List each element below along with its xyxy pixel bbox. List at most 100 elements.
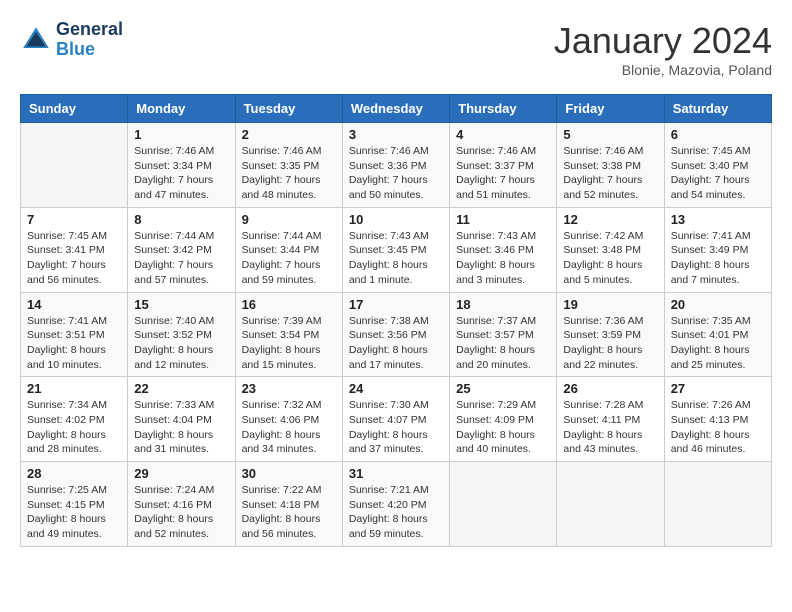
- calendar-cell: 10Sunrise: 7:43 AM Sunset: 3:45 PM Dayli…: [342, 207, 449, 292]
- calendar-cell: [21, 123, 128, 208]
- logo-line2: Blue: [56, 40, 123, 60]
- day-number: 30: [242, 466, 336, 481]
- day-number: 13: [671, 212, 765, 227]
- calendar-cell: 9 Sunrise: 7:44 AM Sunset: 3:44 PM Daylig…: [235, 207, 342, 292]
- calendar-cell: [664, 462, 771, 547]
- day-number: 5: [563, 127, 657, 142]
- calendar-cell: [450, 462, 557, 547]
- day-number: 14: [27, 297, 121, 312]
- day-info: Sunrise: 7:35 AM Sunset: 4:01 PM Dayligh…: [671, 314, 765, 373]
- calendar-cell: 23Sunrise: 7:32 AM Sunset: 4:06 PM Dayli…: [235, 377, 342, 462]
- header-tuesday: Tuesday: [235, 95, 342, 123]
- day-number: 12: [563, 212, 657, 227]
- day-number: 8: [134, 212, 228, 227]
- calendar-cell: 16Sunrise: 7:39 AM Sunset: 3:54 PM Dayli…: [235, 292, 342, 377]
- day-number: 25: [456, 381, 550, 396]
- header-friday: Friday: [557, 95, 664, 123]
- day-info: Sunrise: 7:22 AM Sunset: 4:18 PM Dayligh…: [242, 483, 336, 542]
- calendar-cell: 21Sunrise: 7:34 AM Sunset: 4:02 PM Dayli…: [21, 377, 128, 462]
- calendar-cell: 28Sunrise: 7:25 AM Sunset: 4:15 PM Dayli…: [21, 462, 128, 547]
- day-info: Sunrise: 7:37 AM Sunset: 3:57 PM Dayligh…: [456, 314, 550, 373]
- day-info: Sunrise: 7:38 AM Sunset: 3:56 PM Dayligh…: [349, 314, 443, 373]
- day-number: 9: [242, 212, 336, 227]
- day-info: Sunrise: 7:45 AM Sunset: 3:41 PM Dayligh…: [27, 229, 121, 288]
- day-info: Sunrise: 7:45 AM Sunset: 3:40 PM Dayligh…: [671, 144, 765, 203]
- header-saturday: Saturday: [664, 95, 771, 123]
- day-number: 27: [671, 381, 765, 396]
- day-number: 31: [349, 466, 443, 481]
- calendar-week-row: 14 Sunrise: 7:41 AM Sunset: 3:51 PM Dayli…: [21, 292, 772, 377]
- day-number: 7: [27, 212, 121, 227]
- calendar-cell: [557, 462, 664, 547]
- day-number: 6: [671, 127, 765, 142]
- calendar-cell: 25 Sunrise: 7:29 AM Sunset: 4:09 PM Dayli…: [450, 377, 557, 462]
- calendar-cell: 29 Sunrise: 7:24 AM Sunset: 4:16 PM Dayli…: [128, 462, 235, 547]
- header-sunday: Sunday: [21, 95, 128, 123]
- calendar-cell: 12 Sunrise: 7:42 AM Sunset: 3:48 PM Dayli…: [557, 207, 664, 292]
- calendar-header-row: SundayMondayTuesdayWednesdayThursdayFrid…: [21, 95, 772, 123]
- calendar-cell: 31Sunrise: 7:21 AM Sunset: 4:20 PM Dayli…: [342, 462, 449, 547]
- calendar-cell: 15Sunrise: 7:40 AM Sunset: 3:52 PM Dayli…: [128, 292, 235, 377]
- calendar-cell: 4Sunrise: 7:46 AM Sunset: 3:37 PM Daylig…: [450, 123, 557, 208]
- day-number: 11: [456, 212, 550, 227]
- month-title: January 2024: [554, 20, 772, 62]
- day-info: Sunrise: 7:29 AM Sunset: 4:09 PM Dayligh…: [456, 398, 550, 457]
- day-number: 17: [349, 297, 443, 312]
- calendar-cell: 1 Sunrise: 7:46 AM Sunset: 3:34 PM Daylig…: [128, 123, 235, 208]
- day-info: Sunrise: 7:32 AM Sunset: 4:06 PM Dayligh…: [242, 398, 336, 457]
- day-info: Sunrise: 7:41 AM Sunset: 3:51 PM Dayligh…: [27, 314, 121, 373]
- day-info: Sunrise: 7:36 AM Sunset: 3:59 PM Dayligh…: [563, 314, 657, 373]
- day-number: 24: [349, 381, 443, 396]
- day-info: Sunrise: 7:26 AM Sunset: 4:13 PM Dayligh…: [671, 398, 765, 457]
- calendar-week-row: 1 Sunrise: 7:46 AM Sunset: 3:34 PM Daylig…: [21, 123, 772, 208]
- day-info: Sunrise: 7:28 AM Sunset: 4:11 PM Dayligh…: [563, 398, 657, 457]
- calendar-cell: 6 Sunrise: 7:45 AM Sunset: 3:40 PM Daylig…: [664, 123, 771, 208]
- calendar-cell: 2 Sunrise: 7:46 AM Sunset: 3:35 PM Daylig…: [235, 123, 342, 208]
- calendar-cell: 3Sunrise: 7:46 AM Sunset: 3:36 PM Daylig…: [342, 123, 449, 208]
- day-number: 1: [134, 127, 228, 142]
- day-info: Sunrise: 7:42 AM Sunset: 3:48 PM Dayligh…: [563, 229, 657, 288]
- page-header: General Blue January 2024 Blonie, Mazovi…: [20, 20, 772, 78]
- calendar-cell: 11 Sunrise: 7:43 AM Sunset: 3:46 PM Dayli…: [450, 207, 557, 292]
- title-area: January 2024 Blonie, Mazovia, Poland: [554, 20, 772, 78]
- calendar-cell: 30 Sunrise: 7:22 AM Sunset: 4:18 PM Dayli…: [235, 462, 342, 547]
- day-info: Sunrise: 7:46 AM Sunset: 3:37 PM Dayligh…: [456, 144, 550, 203]
- header-thursday: Thursday: [450, 95, 557, 123]
- calendar-cell: 22Sunrise: 7:33 AM Sunset: 4:04 PM Dayli…: [128, 377, 235, 462]
- day-info: Sunrise: 7:34 AM Sunset: 4:02 PM Dayligh…: [27, 398, 121, 457]
- day-info: Sunrise: 7:46 AM Sunset: 3:38 PM Dayligh…: [563, 144, 657, 203]
- day-info: Sunrise: 7:43 AM Sunset: 3:46 PM Dayligh…: [456, 229, 550, 288]
- day-info: Sunrise: 7:30 AM Sunset: 4:07 PM Dayligh…: [349, 398, 443, 457]
- day-info: Sunrise: 7:46 AM Sunset: 3:34 PM Dayligh…: [134, 144, 228, 203]
- day-number: 2: [242, 127, 336, 142]
- day-info: Sunrise: 7:24 AM Sunset: 4:16 PM Dayligh…: [134, 483, 228, 542]
- day-number: 18: [456, 297, 550, 312]
- calendar-cell: 17 Sunrise: 7:38 AM Sunset: 3:56 PM Dayli…: [342, 292, 449, 377]
- subtitle: Blonie, Mazovia, Poland: [554, 62, 772, 78]
- day-number: 29: [134, 466, 228, 481]
- calendar-cell: 18 Sunrise: 7:37 AM Sunset: 3:57 PM Dayli…: [450, 292, 557, 377]
- day-number: 15: [134, 297, 228, 312]
- calendar-cell: 26Sunrise: 7:28 AM Sunset: 4:11 PM Dayli…: [557, 377, 664, 462]
- calendar-cell: 20 Sunrise: 7:35 AM Sunset: 4:01 PM Dayli…: [664, 292, 771, 377]
- header-wednesday: Wednesday: [342, 95, 449, 123]
- logo-text: General Blue: [56, 20, 123, 60]
- logo-icon: [20, 24, 52, 56]
- day-info: Sunrise: 7:44 AM Sunset: 3:44 PM Dayligh…: [242, 229, 336, 288]
- day-info: Sunrise: 7:41 AM Sunset: 3:49 PM Dayligh…: [671, 229, 765, 288]
- day-number: 19: [563, 297, 657, 312]
- day-info: Sunrise: 7:44 AM Sunset: 3:42 PM Dayligh…: [134, 229, 228, 288]
- day-info: Sunrise: 7:43 AM Sunset: 3:45 PM Dayligh…: [349, 229, 443, 288]
- calendar-week-row: 28Sunrise: 7:25 AM Sunset: 4:15 PM Dayli…: [21, 462, 772, 547]
- calendar-cell: 24 Sunrise: 7:30 AM Sunset: 4:07 PM Dayli…: [342, 377, 449, 462]
- day-number: 20: [671, 297, 765, 312]
- day-info: Sunrise: 7:25 AM Sunset: 4:15 PM Dayligh…: [27, 483, 121, 542]
- calendar-table: SundayMondayTuesdayWednesdayThursdayFrid…: [20, 94, 772, 547]
- day-info: Sunrise: 7:46 AM Sunset: 3:36 PM Dayligh…: [349, 144, 443, 203]
- calendar-cell: 8 Sunrise: 7:44 AM Sunset: 3:42 PM Daylig…: [128, 207, 235, 292]
- calendar-cell: 13 Sunrise: 7:41 AM Sunset: 3:49 PM Dayli…: [664, 207, 771, 292]
- logo-line1: General: [56, 20, 123, 40]
- calendar-cell: 14 Sunrise: 7:41 AM Sunset: 3:51 PM Dayli…: [21, 292, 128, 377]
- day-number: 16: [242, 297, 336, 312]
- day-info: Sunrise: 7:46 AM Sunset: 3:35 PM Dayligh…: [242, 144, 336, 203]
